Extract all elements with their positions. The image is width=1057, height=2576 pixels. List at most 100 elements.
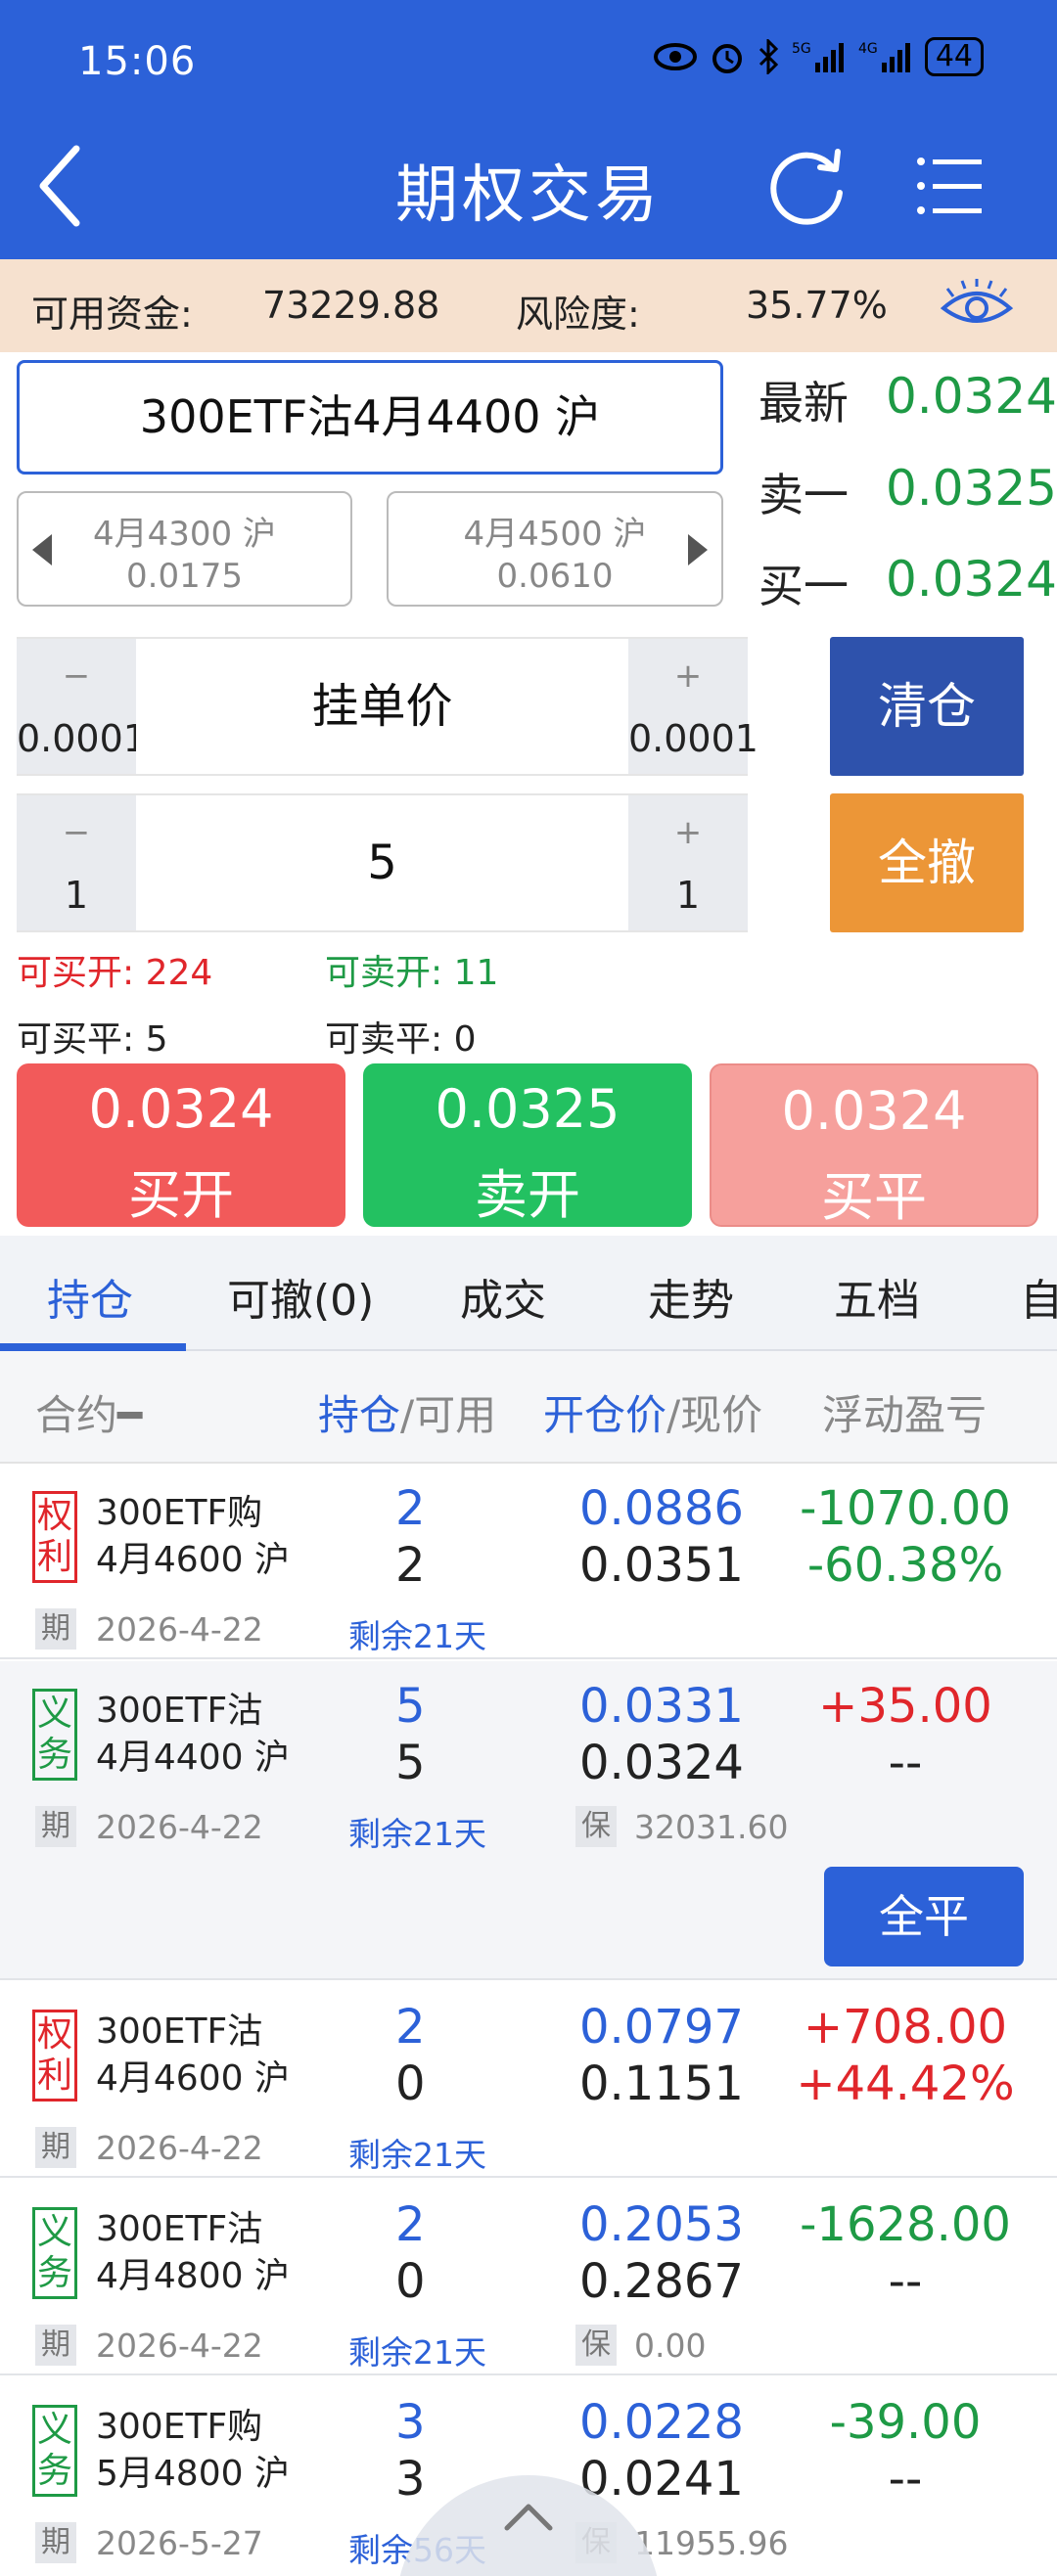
position-avail: 5: [395, 1736, 426, 1790]
risk-label: 风险度:: [516, 293, 640, 336]
position-avail: 0: [395, 2056, 426, 2111]
tab-depth[interactable]: 五档: [834, 1265, 920, 1328]
expiry-date: 2026-4-22: [96, 2129, 263, 2167]
tab-trades[interactable]: 成交: [460, 1265, 546, 1328]
quote-value: 0.0325: [886, 460, 1057, 517]
position-hold: 5: [395, 1679, 426, 1734]
contract-selector[interactable]: 300ETF沽4月4400 沪: [17, 360, 723, 475]
period-tag: 期: [35, 1806, 76, 1847]
next-contract-price: 0.0610: [496, 557, 614, 596]
quote-label: 卖一: [758, 469, 849, 521]
col-price: 开仓价/现价: [543, 1382, 762, 1442]
buy-close-button[interactable]: 0.0324 买平: [710, 1063, 1038, 1228]
position-cur-price: 0.1151: [579, 2056, 744, 2111]
toggle-visibility-button[interactable]: [940, 277, 1014, 336]
battery-indicator: 44: [924, 37, 984, 76]
quantity-input[interactable]: 5: [136, 795, 628, 930]
cancel-all-button[interactable]: 全撤: [830, 793, 1024, 932]
period-tag: 期: [35, 2127, 76, 2168]
margin-value: 32031.60: [634, 1808, 789, 1846]
price-minus-step: 0.0001: [17, 717, 147, 760]
price-plus-button[interactable]: + 0.0001: [628, 639, 758, 774]
position-row[interactable]: 义务 300ETF沽 4月4800 沪 2 0 0.2053 0.2867 -1…: [0, 2180, 1057, 2375]
position-line1: 300ETF沽: [96, 2209, 263, 2249]
quote-bid1: 买一 0.0324: [758, 551, 1057, 615]
col-cur-price-label: /现价: [666, 1391, 763, 1439]
position-line1: 300ETF购: [96, 1493, 263, 1533]
position-pnl-pct: --: [888, 2254, 923, 2309]
position-cur-price: 0.0351: [579, 1538, 744, 1593]
eye-status-icon: [653, 43, 697, 70]
tab-more[interactable]: 自: [1020, 1265, 1057, 1328]
tab-positions[interactable]: 持仓: [47, 1265, 133, 1328]
buy-close-price: 0.0324: [781, 1080, 967, 1142]
menu-button[interactable]: [915, 152, 984, 220]
prev-contract-button[interactable]: 4月4300 沪 0.0175: [17, 491, 352, 607]
margin-tag: 保: [575, 2325, 617, 2366]
price-input[interactable]: 挂单价: [136, 639, 628, 774]
tab-cancellable[interactable]: 可撤(0): [227, 1265, 374, 1328]
position-row[interactable]: 义务 300ETF沽 4月4400 沪 5 5 0.0331 0.0324 +3…: [0, 1661, 1057, 1980]
days-remaining: 剩余21天: [348, 1617, 486, 1655]
refresh-icon: [770, 149, 843, 225]
buy-open-available: 可买开: 224: [17, 953, 213, 993]
position-cur-price: 0.2867: [579, 2254, 744, 2309]
position-line1: 300ETF沽: [96, 1691, 263, 1731]
quantity-stepper: − 1 5 + 1: [17, 793, 748, 932]
col-contract[interactable]: 合约━: [35, 1382, 142, 1442]
svg-text:4G: 4G: [858, 41, 878, 57]
position-pnl-pct: -60.38%: [806, 1538, 1004, 1593]
liquidate-button[interactable]: 清仓: [830, 637, 1024, 776]
price-minus-button[interactable]: − 0.0001: [17, 639, 147, 774]
margin-value: 11955.96: [634, 2524, 789, 2562]
buy-open-button[interactable]: 0.0324 买开: [17, 1063, 345, 1227]
position-pnl: -1070.00: [800, 1481, 1011, 1536]
minus-icon: −: [62, 813, 91, 852]
quote-ask1: 卖一 0.0325: [758, 460, 1057, 524]
margin-value: 0.00: [634, 2327, 707, 2365]
positions-header: 合约━ 持仓/可用 开仓价/现价 浮动盈亏: [0, 1351, 1057, 1464]
position-open-price: 0.0886: [579, 1481, 744, 1536]
expiry-date: 2026-4-22: [96, 2327, 263, 2365]
sell-open-price: 0.0325: [435, 1078, 620, 1140]
position-hold: 2: [395, 2000, 426, 2055]
available-funds-value: 73229.88: [262, 284, 440, 327]
position-avail: 2: [395, 1538, 426, 1593]
position-avail: 0: [395, 2254, 426, 2309]
qty-minus-step: 1: [64, 874, 89, 917]
quote-value: 0.0324: [886, 551, 1057, 608]
next-contract-button[interactable]: 4月4500 沪 0.0610: [387, 491, 723, 607]
quote-label: 最新: [758, 377, 849, 429]
app-root: 15:06 5G 4G 44 期权交易 可用资金: 73229.88 风险度: …: [0, 0, 1057, 2576]
buy-close-available: 可买平: 5: [17, 1019, 168, 1060]
page-title: 期权交易: [395, 159, 662, 232]
tab-bar: 持仓 可撤(0) 成交 走势 五档 自: [0, 1236, 1057, 1351]
buy-open-price: 0.0324: [88, 1078, 274, 1140]
position-tag: 权利: [32, 1491, 77, 1583]
col-hold-label: 持仓: [318, 1391, 401, 1439]
close-position-button[interactable]: 全平: [824, 1867, 1024, 1966]
tab-trend[interactable]: 走势: [648, 1265, 734, 1328]
collapse-dash-icon: ━: [117, 1391, 143, 1439]
position-line2: 4月4800 沪: [96, 2256, 290, 2296]
qty-plus-button[interactable]: + 1: [628, 795, 748, 930]
quote-label: 买一: [758, 560, 849, 612]
chevron-up-icon: [504, 2504, 553, 2531]
qty-minus-button[interactable]: − 1: [17, 795, 136, 930]
period-tag: 期: [35, 1608, 76, 1650]
active-tab-indicator: [0, 1343, 186, 1351]
sell-open-button[interactable]: 0.0325 卖开: [363, 1063, 692, 1227]
position-line2: 4月4600 沪: [96, 1540, 290, 1580]
days-remaining: 剩余21天: [348, 1815, 486, 1853]
risk-value: 35.77%: [746, 284, 888, 327]
buy-close-label: 买平: [821, 1166, 927, 1228]
svg-text:5G: 5G: [792, 41, 811, 57]
position-pnl: -1628.00: [800, 2197, 1011, 2252]
position-hold: 3: [395, 2395, 426, 2450]
position-open-price: 0.0228: [579, 2395, 744, 2450]
refresh-button[interactable]: [763, 142, 851, 230]
position-hold: 2: [395, 2197, 426, 2252]
alarm-icon: [712, 44, 742, 73]
position-row[interactable]: 权利 300ETF购 4月4600 沪 2 2 0.0886 0.0351 -1…: [0, 1464, 1057, 1659]
position-row[interactable]: 权利 300ETF沽 4月4600 沪 2 0 0.0797 0.1151 +7…: [0, 1982, 1057, 2178]
